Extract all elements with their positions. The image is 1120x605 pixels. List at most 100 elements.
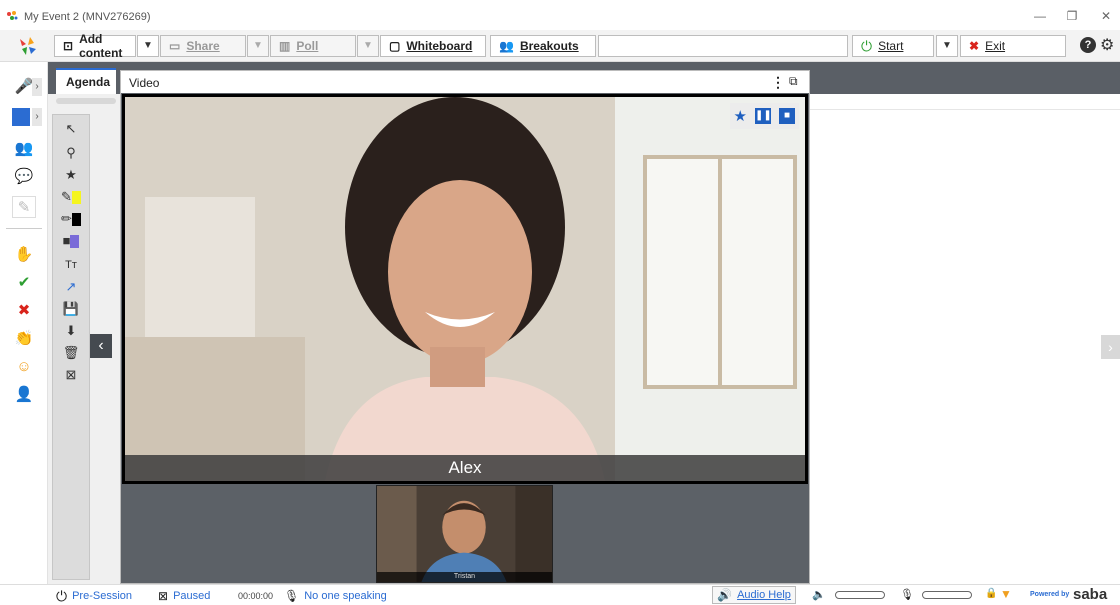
add-content-icon: ⊡: [63, 39, 74, 53]
speaking-indicator: 🎙 No one speaking: [284, 589, 387, 603]
poll-icon: ▥: [279, 39, 291, 53]
emoji-icon[interactable]: ☺: [12, 356, 36, 378]
add-content-label: Add content: [79, 32, 123, 60]
share-button[interactable]: ▭ Share: [160, 35, 246, 57]
more-options-icon[interactable]: ⋮: [771, 74, 785, 91]
poll-label: Poll: [296, 39, 319, 53]
left-rail: 🎤 › › 👥 💬 ✎ ✋ ✔ ✖ 👏 ☺ 👤: [0, 62, 48, 584]
disagree-x-icon[interactable]: ✖: [12, 300, 36, 322]
save-icon[interactable]: 💾: [57, 299, 85, 319]
share-icon: ▭: [169, 39, 181, 53]
tab-video[interactable]: Video: [129, 76, 159, 90]
exit-label: Exit: [985, 39, 1006, 53]
shape-fill-icon[interactable]: ■: [57, 231, 85, 251]
minimize-button[interactable]: —: [1030, 8, 1050, 24]
video-controls: ★ ❚❚ ■: [729, 103, 799, 129]
recording-status[interactable]: ⊠ Paused: [158, 589, 210, 603]
breakouts-button[interactable]: 👥 Breakouts: [490, 35, 596, 57]
recording-status-label: Paused: [173, 590, 211, 602]
rail-divider: [6, 228, 42, 229]
stamp-star-icon[interactable]: ★: [57, 165, 85, 185]
whiteboard-label: Whiteboard: [406, 39, 473, 53]
speaking-label: No one speaking: [304, 590, 387, 602]
breakouts-icon: 👥: [499, 39, 514, 53]
share-dropdown[interactable]: ▼: [247, 35, 269, 57]
clear-icon[interactable]: ⊠: [57, 365, 85, 385]
line-tool-icon[interactable]: ↗: [57, 277, 85, 297]
participant-thumbnail[interactable]: Tristan: [376, 485, 553, 583]
whiteboard-button[interactable]: ▢ Whiteboard: [380, 35, 486, 57]
title-bar: My Event 2 (MNV276269) — ❐ ✕: [0, 0, 1120, 30]
camera-expand-arrow[interactable]: ›: [32, 108, 42, 126]
start-button[interactable]: ⏻ Start: [852, 35, 934, 57]
add-content-dropdown[interactable]: ▼: [137, 35, 159, 57]
participant-video-image: [377, 486, 552, 582]
toolbar-spacer: [598, 35, 848, 57]
exit-icon: ✖: [969, 39, 980, 53]
window-title: My Event 2 (MNV276269): [24, 11, 151, 23]
close-button[interactable]: ✕: [1096, 8, 1116, 24]
tab-agenda[interactable]: Agenda: [56, 68, 116, 94]
next-panel-button[interactable]: ›: [1101, 335, 1120, 359]
speaker-name-bar: Alex: [125, 455, 805, 481]
speaker-icon: 🔊: [717, 588, 733, 602]
add-content-button[interactable]: ⊡ Add content: [54, 32, 136, 60]
recording-icon: ⊠: [158, 589, 169, 603]
lock-icon: 🔒: [985, 588, 998, 599]
agenda-scrollbar[interactable]: [56, 98, 116, 104]
exit-button[interactable]: ✖ Exit: [960, 35, 1066, 57]
download-icon[interactable]: ⬇: [57, 321, 85, 341]
spotlight-star-icon[interactable]: ★: [734, 107, 747, 125]
collapse-panel-button[interactable]: ‹: [90, 334, 112, 358]
laser-pointer-icon[interactable]: ⚲: [57, 143, 85, 163]
pointer-tool-icon[interactable]: ↖: [57, 119, 85, 139]
connection-quality-icon: ▼: [1000, 587, 1012, 601]
video-panel: Video ⋮ ⧉ ★ ❚❚ ■ Alex Tristan: [120, 70, 810, 584]
main-toolbar: ⊡ Add content ▼ ▭ Share ▼ ▥ Poll ▼ ▢ Whi…: [0, 30, 1120, 62]
participant-name-label: Tristan: [377, 572, 552, 582]
maximize-button[interactable]: ❐: [1062, 8, 1082, 24]
session-timer: 00:00:00: [238, 591, 274, 601]
power-status-icon: ⏻: [56, 587, 68, 604]
audio-help-label: Audio Help: [737, 589, 791, 601]
session-status[interactable]: ⏻ Pre-Session: [56, 587, 132, 604]
session-status-label: Pre-Session: [72, 590, 132, 602]
share-label: Share: [186, 39, 220, 53]
poll-button[interactable]: ▥ Poll: [270, 35, 356, 57]
popout-icon[interactable]: ⧉: [789, 74, 798, 89]
notes-icon[interactable]: ✎: [12, 196, 36, 218]
trash-icon[interactable]: 🗑: [57, 343, 85, 363]
step-away-icon[interactable]: 👤: [12, 384, 36, 406]
highlighter-icon[interactable]: ✎: [57, 187, 85, 207]
whiteboard-icon: ▢: [389, 39, 401, 53]
poll-dropdown[interactable]: ▼: [357, 35, 379, 57]
raise-hand-icon[interactable]: ✋: [12, 244, 36, 266]
video-panel-header: Video ⋮ ⧉: [121, 71, 809, 93]
speaker-volume-slider[interactable]: [835, 591, 885, 599]
pen-icon[interactable]: ✏: [57, 209, 85, 229]
stop-video-button[interactable]: ■: [779, 108, 795, 124]
text-tool-icon[interactable]: Tт: [57, 255, 85, 275]
audio-help-button[interactable]: 🔊 Audio Help: [712, 586, 796, 604]
saba-logo-icon[interactable]: [16, 35, 38, 57]
mic-volume-icon: 🎙: [900, 589, 914, 601]
help-icon[interactable]: ?: [1080, 37, 1096, 53]
mic-volume-slider[interactable]: [922, 591, 972, 599]
start-label: Start: [878, 39, 904, 53]
agree-check-icon[interactable]: ✔: [12, 272, 36, 294]
chat-icon[interactable]: 💬: [12, 166, 36, 188]
speaker-video-image: [125, 97, 805, 481]
mic-expand-arrow[interactable]: ›: [32, 78, 42, 96]
participants-icon[interactable]: 👥: [12, 138, 36, 160]
power-icon: ⏻: [861, 37, 873, 54]
camera-icon[interactable]: [12, 108, 30, 126]
breakouts-label: Breakouts: [519, 39, 579, 53]
main-video-feed[interactable]: ★ ❚❚ ■ Alex: [122, 94, 808, 484]
start-dropdown[interactable]: ▼: [936, 35, 958, 57]
pause-video-button[interactable]: ❚❚: [755, 108, 772, 124]
applause-icon[interactable]: 👏: [12, 328, 36, 350]
settings-gear-icon[interactable]: ⚙: [1100, 35, 1114, 55]
microphone-icon: 🎙: [284, 589, 300, 603]
right-panel-strip: [810, 94, 1120, 110]
saba-brand-logo: saba: [1073, 586, 1108, 603]
